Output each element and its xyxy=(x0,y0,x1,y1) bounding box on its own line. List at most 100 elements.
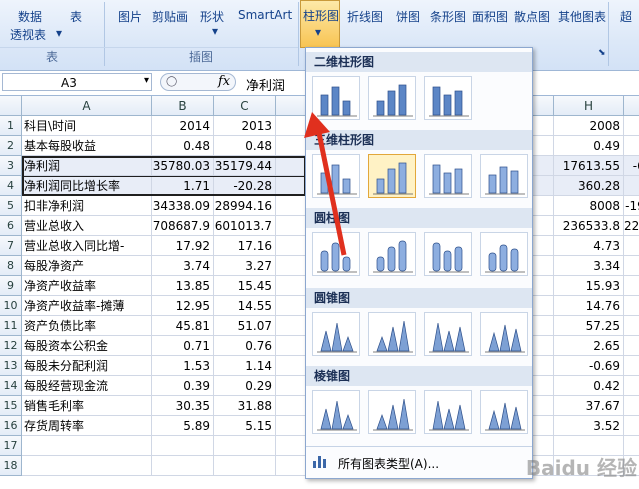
shapes-button[interactable]: 形状 xyxy=(200,8,224,25)
bar-chart-button[interactable]: 条形图 xyxy=(430,8,466,25)
table-cell[interactable]: 0.71 xyxy=(152,336,214,356)
table-cell[interactable]: 3.74 xyxy=(152,256,214,276)
pivot-table-button[interactable]: 数据 xyxy=(18,8,42,25)
table-cell[interactable]: 0.49 xyxy=(554,136,624,156)
table-cell[interactable]: 360.28 xyxy=(554,176,624,196)
column-chart-button[interactable]: 柱形图 ▾ xyxy=(300,0,340,48)
table-cell[interactable]: 14.76 xyxy=(554,296,624,316)
insert-function-icon[interactable]: fx xyxy=(218,74,230,89)
table-cell[interactable]: 51.07 xyxy=(214,316,276,336)
table-cell[interactable]: 3 xyxy=(624,416,639,436)
table-cell[interactable]: 4 xyxy=(624,236,639,256)
row-header[interactable]: 11 xyxy=(0,316,22,336)
row-header[interactable]: 4 xyxy=(0,176,22,196)
table-cell[interactable]: 34338.09 xyxy=(152,196,214,216)
table-cell[interactable]: 存货周转率 xyxy=(22,416,152,436)
table-cell[interactable]: - xyxy=(624,136,639,156)
dialog-launcher-icon[interactable]: ⬊ xyxy=(598,48,606,58)
chart-subtype-flat-3[interactable] xyxy=(424,76,472,120)
chart-subtype-pyr-1[interactable] xyxy=(312,390,360,434)
table-cell[interactable]: 57.25 xyxy=(554,316,624,336)
row-header[interactable]: 15 xyxy=(0,396,22,416)
table-cell[interactable]: 0.48 xyxy=(214,136,276,156)
column-header[interactable]: I xyxy=(624,96,639,116)
table-cell[interactable]: 0 xyxy=(624,376,639,396)
row-header[interactable]: 14 xyxy=(0,376,22,396)
table-cell[interactable]: 每股资本公积金 xyxy=(22,336,152,356)
row-header[interactable]: 18 xyxy=(0,456,22,476)
table-cell[interactable]: 0.76 xyxy=(214,336,276,356)
row-header[interactable]: 8 xyxy=(0,256,22,276)
table-cell[interactable]: 2014 xyxy=(152,116,214,136)
table-cell[interactable]: 81 xyxy=(624,176,639,196)
row-header[interactable]: 10 xyxy=(0,296,22,316)
chart-subtype-pyr-2[interactable] xyxy=(368,390,416,434)
row-header[interactable]: 16 xyxy=(0,416,22,436)
hyperlink-button[interactable]: 超 xyxy=(620,8,632,25)
table-cell[interactable]: 61 xyxy=(624,316,639,336)
area-chart-button[interactable]: 面积图 xyxy=(472,8,508,25)
table-cell[interactable]: 35 xyxy=(624,396,639,416)
table-cell[interactable]: 0.39 xyxy=(152,376,214,396)
table-cell[interactable]: 601013.7 xyxy=(214,216,276,236)
row-header[interactable]: 7 xyxy=(0,236,22,256)
chevron-down-icon[interactable]: ▾ xyxy=(144,75,149,86)
table-cell[interactable]: 2 xyxy=(624,116,639,136)
table-cell[interactable]: 708687.9 xyxy=(152,216,214,236)
row-header[interactable]: 17 xyxy=(0,436,22,456)
table-cell[interactable]: 4.73 xyxy=(554,236,624,256)
table-cell[interactable]: 14.55 xyxy=(214,296,276,316)
table-cell[interactable]: 基本每股收益 xyxy=(22,136,152,156)
picture-button[interactable]: 图片 xyxy=(118,8,142,25)
table-cell[interactable]: 8008 xyxy=(554,196,624,216)
chart-subtype-pyr-3[interactable] xyxy=(424,390,472,434)
chart-subtype-pyr-4[interactable] xyxy=(480,390,528,434)
table-cell[interactable]: 15.93 xyxy=(554,276,624,296)
smartart-button[interactable]: SmartArt xyxy=(238,8,292,22)
table-cell[interactable]: 2013 xyxy=(214,116,276,136)
table-cell[interactable]: 1.53 xyxy=(152,356,214,376)
table-cell[interactable]: 营业总收入 xyxy=(22,216,152,236)
row-header[interactable]: 13 xyxy=(0,356,22,376)
table-cell[interactable]: -6 xyxy=(624,276,639,296)
table-cell[interactable]: -1955 xyxy=(624,196,639,216)
table-cell[interactable]: 3.52 xyxy=(554,416,624,436)
table-cell[interactable]: 2.65 xyxy=(554,336,624,356)
table-cell[interactable]: - xyxy=(624,356,639,376)
chart-subtype-cone-4[interactable] xyxy=(480,312,528,356)
row-header[interactable]: 9 xyxy=(0,276,22,296)
chart-subtype-cone-1[interactable] xyxy=(312,312,360,356)
chart-subtype-cone-3[interactable] xyxy=(424,312,472,356)
table-cell[interactable] xyxy=(152,436,214,456)
table-cell[interactable] xyxy=(22,436,152,456)
table-cell[interactable]: 17.92 xyxy=(152,236,214,256)
table-cell[interactable]: 17613.55 xyxy=(554,156,624,176)
scatter-chart-button[interactable]: 散点图 xyxy=(514,8,550,25)
table-cell[interactable]: 3.27 xyxy=(214,256,276,276)
table-cell[interactable]: 28994.16 xyxy=(214,196,276,216)
pie-chart-button[interactable]: 饼图 xyxy=(396,8,420,25)
table-cell[interactable]: 15.45 xyxy=(214,276,276,296)
table-cell[interactable] xyxy=(624,256,639,276)
chart-subtype-3d-3[interactable] xyxy=(424,154,472,198)
table-cell[interactable]: -6 xyxy=(624,296,639,316)
table-cell[interactable]: 资产负债比率 xyxy=(22,316,152,336)
other-charts-button[interactable]: 其他图表 xyxy=(558,8,606,25)
formula-content[interactable]: 净利润 xyxy=(246,75,285,94)
table-cell[interactable]: 5.15 xyxy=(214,416,276,436)
table-cell[interactable] xyxy=(152,456,214,476)
table-cell[interactable]: 净资产收益率 xyxy=(22,276,152,296)
row-header[interactable]: 2 xyxy=(0,136,22,156)
table-button[interactable]: 表 xyxy=(70,8,82,25)
chart-subtype-3d-4[interactable] xyxy=(480,154,528,198)
name-box[interactable]: A3 xyxy=(2,73,152,91)
column-header[interactable]: H xyxy=(554,96,624,116)
table-cell[interactable]: 37.67 xyxy=(554,396,624,416)
table-cell[interactable]: 1.14 xyxy=(214,356,276,376)
table-cell[interactable]: 2 xyxy=(624,336,639,356)
chart-subtype-flat-2[interactable] xyxy=(368,76,416,120)
table-cell[interactable]: 0.29 xyxy=(214,376,276,396)
table-cell[interactable] xyxy=(22,456,152,476)
table-cell[interactable] xyxy=(214,456,276,476)
chart-subtype-cyl-2[interactable] xyxy=(368,232,416,276)
